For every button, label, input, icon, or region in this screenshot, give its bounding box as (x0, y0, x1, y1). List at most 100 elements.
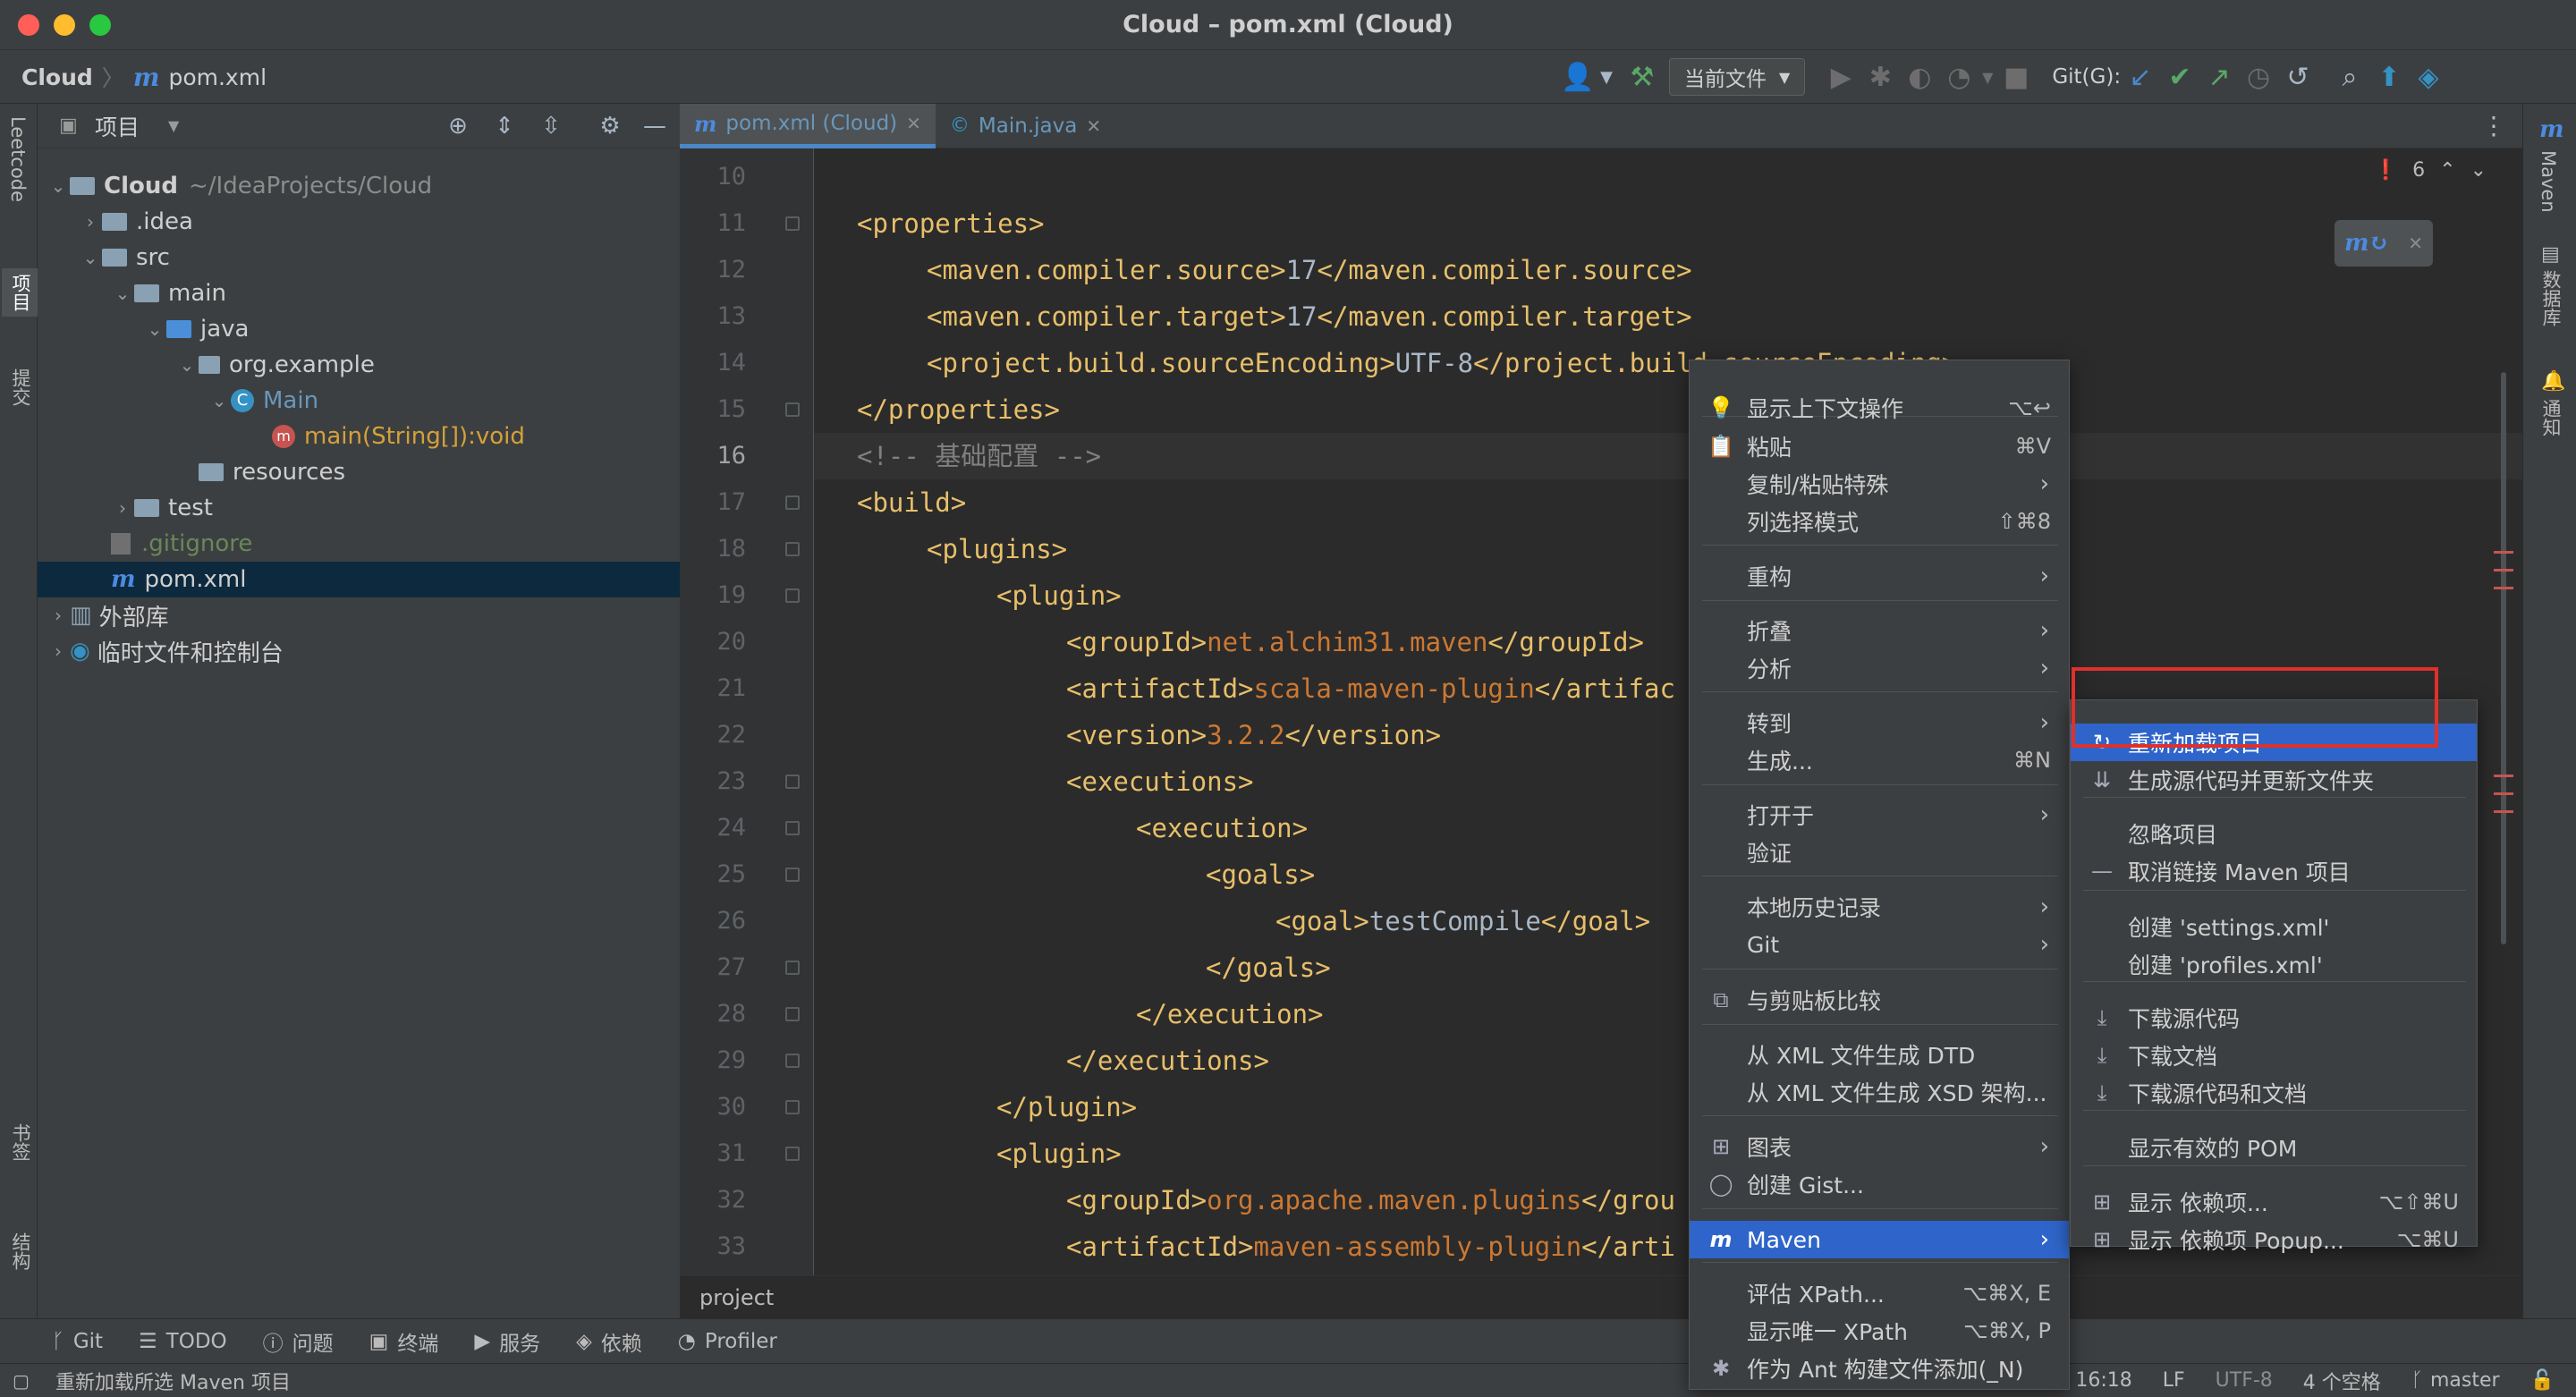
context-menu-item[interactable]: 验证 (1690, 834, 2069, 871)
close-icon[interactable]: ✕ (1086, 115, 1101, 137)
git-commit-icon[interactable]: ✔ (2160, 62, 2199, 93)
terminal-tool-button[interactable]: ▣ 终端 (369, 1326, 439, 1357)
stop-icon[interactable]: ■ (1996, 62, 2036, 93)
user-icon[interactable]: 👤 (1558, 62, 1597, 93)
chevron-down-icon[interactable]: ▼ (168, 117, 179, 134)
tree-item-test[interactable]: › test (38, 490, 680, 526)
rollback-icon[interactable]: ↺ (2278, 62, 2318, 93)
tree-item-idea[interactable]: › .idea (38, 204, 680, 240)
context-menu-item[interactable]: 本地历史记录 › (1690, 888, 2069, 926)
run-config-select[interactable]: 当前文件 ▼ (1669, 58, 1806, 96)
context-menu-item[interactable]: 打开于 › (1690, 796, 2069, 834)
error-marker[interactable] (2494, 810, 2513, 813)
tree-item-pom[interactable]: m pom.xml (38, 562, 680, 597)
maven-menu-item[interactable]: 创建 'profiles.xml' (2071, 945, 2477, 983)
run-icon[interactable]: ▶ (1821, 62, 1860, 93)
fold-marker[interactable] (785, 775, 800, 789)
more-icon[interactable]: ⋮ (2481, 111, 2506, 140)
git-branch[interactable]: ᚴ master (2411, 1369, 2500, 1392)
tree-item-main-class[interactable]: ⌄ C Main (38, 383, 680, 419)
context-menu-item[interactable]: ⧉ 与剪贴板比较 (1690, 981, 2069, 1019)
context-menu-item[interactable]: ◯ 创建 Gist... (1690, 1165, 2069, 1203)
plugin-icon[interactable]: ◈ (2409, 62, 2448, 93)
context-menu-item[interactable]: 生成... ⌘N (1690, 741, 2069, 779)
maven-menu-item[interactable]: 忽略项目 (2071, 815, 2477, 852)
fold-marker[interactable] (785, 961, 800, 975)
context-menu-item[interactable]: 📋 粘贴 ⌘V (1690, 428, 2069, 465)
context-menu-item[interactable]: 分析 › (1690, 649, 2069, 687)
leetcode-tool-button[interactable]: Leetcode (7, 116, 29, 202)
context-menu-item[interactable]: 折叠 › (1690, 612, 2069, 649)
context-menu-item[interactable]: 评估 XPath... ⌥⌘X, E (1690, 1274, 2069, 1312)
fold-marker[interactable] (785, 1054, 800, 1068)
zoom-window-button[interactable] (89, 14, 111, 36)
context-menu-item[interactable]: ✱ 作为 Ant 构建文件添加(_N) (1690, 1350, 2069, 1387)
context-menu-item[interactable]: m Maven › (1690, 1221, 2069, 1258)
chevron-up-icon[interactable]: ⌃ (2439, 159, 2455, 182)
commit-tool-button[interactable]: 提交 (7, 368, 34, 406)
tab-pom-xml[interactable]: m pom.xml (Cloud) ✕ (680, 103, 936, 148)
fold-marker[interactable] (785, 402, 800, 417)
line-separator[interactable]: LF (2163, 1369, 2185, 1392)
error-marker[interactable] (2494, 775, 2513, 777)
close-icon[interactable]: ✕ (906, 113, 921, 134)
project-panel-title[interactable]: 项目 (95, 110, 140, 142)
git-update-icon[interactable]: ↙ (2121, 62, 2160, 93)
fold-marker[interactable] (785, 1007, 800, 1021)
tree-item-org-example[interactable]: ⌄ org.example (38, 347, 680, 383)
history-icon[interactable]: ◷ (2239, 62, 2278, 93)
maven-menu-item[interactable]: ⤓ 下载文档 (2071, 1037, 2477, 1074)
tree-item-external-libraries[interactable]: › ▥ 外部库 (38, 597, 680, 633)
editor-breadcrumb[interactable]: project (680, 1275, 2522, 1318)
project-tool-button[interactable]: 项目 (2, 268, 39, 317)
maven-menu-item[interactable]: 创建 'settings.xml' (2071, 908, 2477, 945)
todo-tool-button[interactable]: ☰ TODO (139, 1330, 227, 1353)
breadcrumb-file[interactable]: pom.xml (168, 64, 267, 90)
maven-menu-item[interactable]: — 取消链接 Maven 项目 (2071, 852, 2477, 890)
chevron-down-icon[interactable]: ⌄ (2470, 159, 2487, 182)
fold-marker[interactable] (785, 1100, 800, 1114)
context-menu-item[interactable]: 转到 › (1690, 704, 2069, 741)
reload-project-menu-item[interactable]: ↻ 重新加载项目 (2071, 724, 2477, 761)
tab-main-java[interactable]: © Main.java ✕ (936, 104, 1115, 148)
tree-item-src[interactable]: ⌄ src (38, 240, 680, 275)
locate-icon[interactable]: ⊕ (438, 113, 478, 140)
window-icon[interactable]: ▢ (13, 1370, 30, 1392)
context-menu-item[interactable]: 重构 › (1690, 557, 2069, 595)
gear-icon[interactable]: ⚙ (590, 113, 630, 140)
structure-tool-button[interactable]: 结构 (7, 1232, 34, 1270)
maven-menu-item[interactable]: ⊞ 显示 依赖项... ⌥⇧⌘U (2071, 1183, 2477, 1221)
context-menu-item[interactable]: 从 XML 文件生成 DTD (1690, 1036, 2069, 1073)
profile-icon[interactable]: ◔ (1939, 62, 1979, 93)
context-menu-item[interactable]: Git › (1690, 926, 2069, 963)
database-tool-button[interactable]: 数据库 (2538, 270, 2564, 326)
error-marker[interactable] (2494, 551, 2513, 554)
lock-icon[interactable]: 🔓 (2530, 1369, 2555, 1392)
fold-marker[interactable] (785, 1147, 800, 1161)
profiler-tool-button[interactable]: ◔ Profiler (678, 1330, 777, 1353)
fold-marker[interactable] (785, 542, 800, 556)
file-encoding[interactable]: UTF-8 (2216, 1369, 2273, 1392)
update-icon[interactable]: ⬆ (2369, 62, 2409, 93)
maven-menu-item[interactable]: ⤓ 下载源代码 (2071, 999, 2477, 1037)
tree-item-cloud[interactable]: ⌄ Cloud ~/IdeaProjects/Cloud (38, 168, 680, 204)
build-hammer-icon[interactable]: ⚒ (1615, 62, 1669, 93)
services-tool-button[interactable]: ▶ 服务 (474, 1326, 540, 1357)
fold-marker[interactable] (785, 588, 800, 603)
tree-item-java[interactable]: ⌄ java (38, 311, 680, 347)
indent-setting[interactable]: 4 个空格 (2303, 1367, 2381, 1395)
fold-marker[interactable] (785, 821, 800, 835)
dependencies-tool-button[interactable]: ◈ 依赖 (576, 1326, 642, 1357)
maven-menu-item[interactable]: ⊞ 显示 依赖项 Popup... ⌥⌘U (2071, 1221, 2477, 1258)
maven-tool-button[interactable]: Maven (2538, 150, 2559, 213)
notifications-tool-button[interactable]: 通知 (2538, 399, 2564, 436)
hide-icon[interactable]: — (635, 113, 674, 140)
debug-icon[interactable]: ✱ (1860, 62, 1900, 93)
context-menu-item[interactable]: 💡 显示上下文操作 ⌥↩ (1690, 389, 2069, 427)
close-icon[interactable]: ✕ (2408, 233, 2423, 254)
error-marker[interactable] (2494, 569, 2513, 572)
context-menu-item[interactable]: 复制/粘贴特殊 › (1690, 465, 2069, 503)
fold-marker[interactable] (785, 495, 800, 510)
error-marker[interactable] (2494, 792, 2513, 795)
minimize-window-button[interactable] (54, 14, 75, 36)
